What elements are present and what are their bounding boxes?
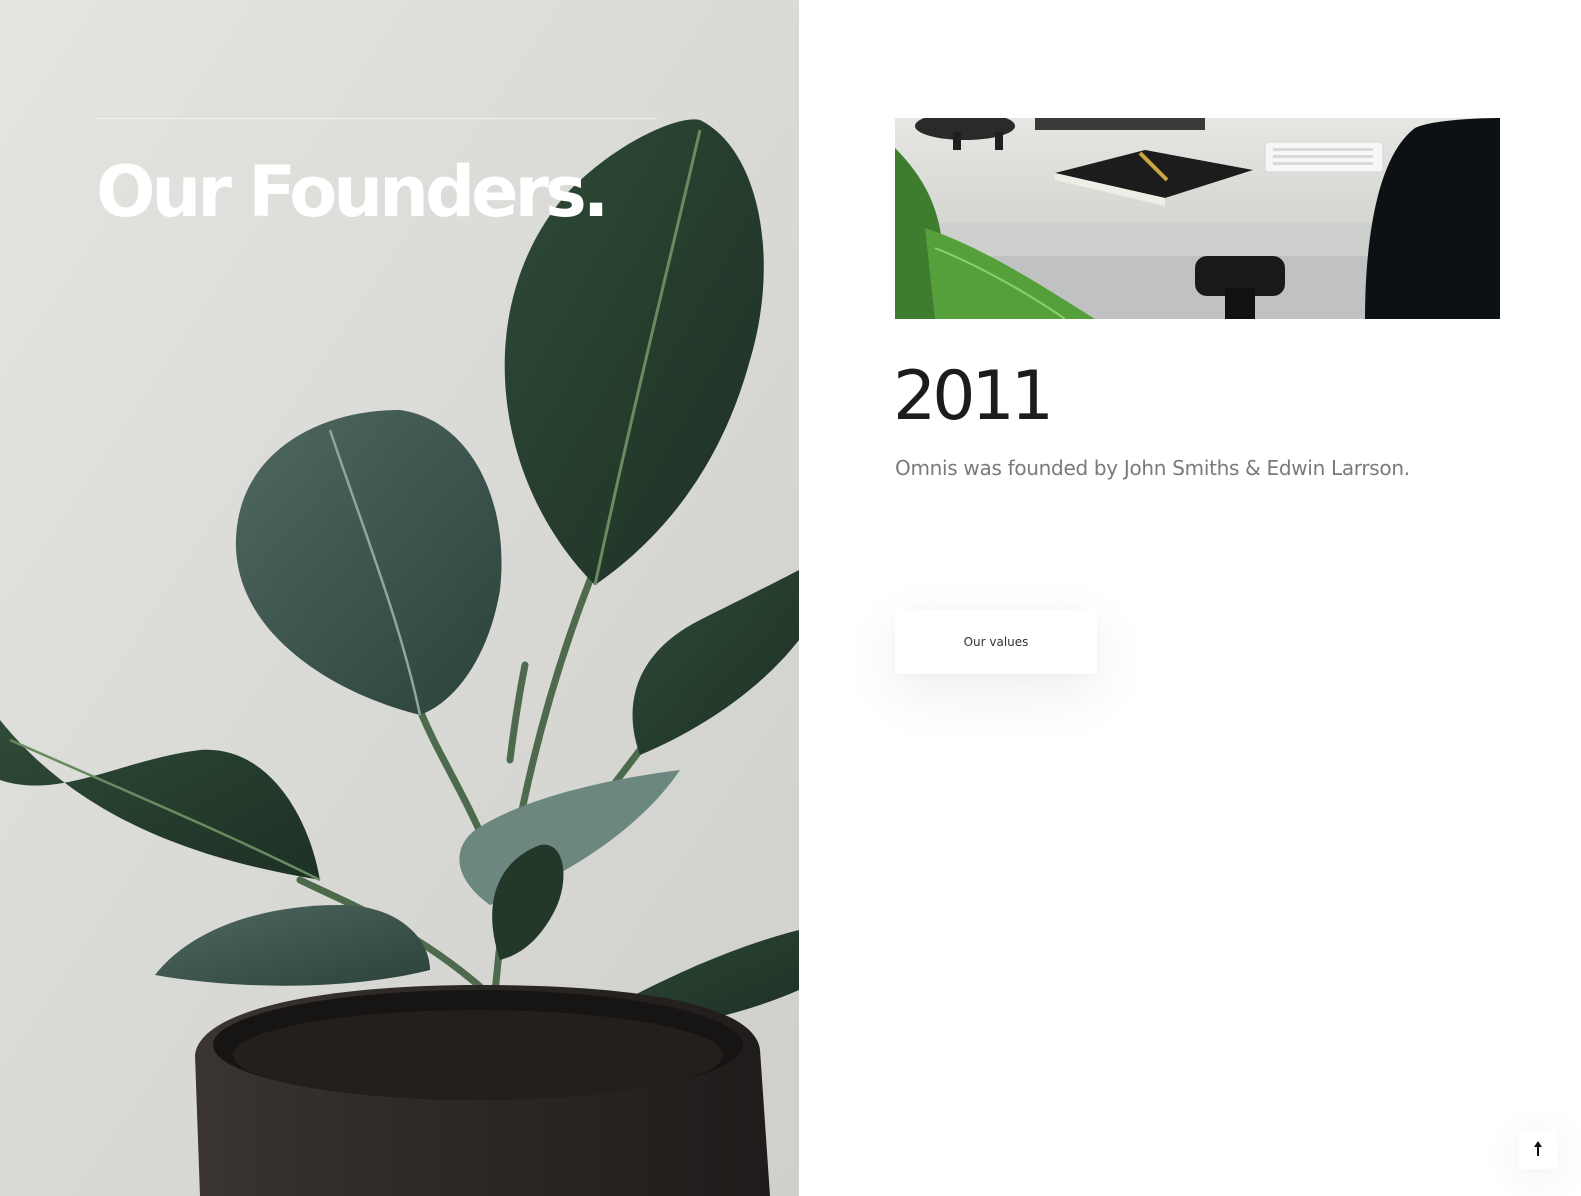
founding-description: Omnis was founded by John Smiths & Edwin… — [895, 456, 1410, 480]
page-title: Our Founders. — [96, 151, 609, 233]
hero-section: Our Founders. — [0, 0, 799, 1196]
founding-year: 2011 — [893, 357, 1054, 436]
hero-divider — [97, 118, 657, 119]
our-values-button[interactable]: Our values — [895, 609, 1097, 674]
our-values-button-label: Our values — [963, 634, 1029, 649]
back-to-top-button[interactable] — [1519, 1131, 1557, 1169]
arrow-up-icon — [1533, 1140, 1543, 1160]
office-desk-photo — [895, 118, 1500, 319]
